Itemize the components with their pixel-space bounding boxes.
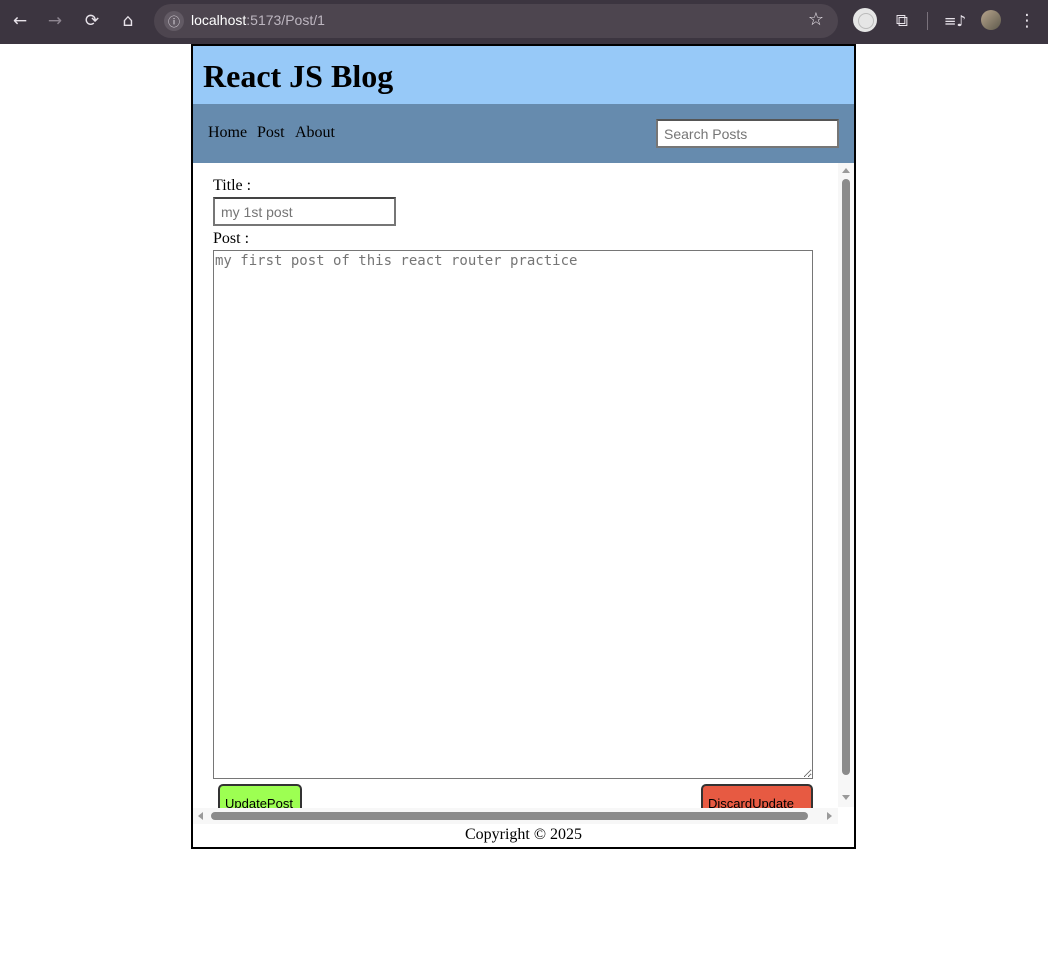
vertical-scroll-thumb[interactable]	[842, 179, 850, 775]
browser-toolbar: ← → ⟳ ⌂ ⓘ localhost:5173/Post/1 ☆ ⧉ ≡♪ ⋮	[0, 0, 1048, 44]
forward-arrow-icon[interactable]: →	[42, 8, 68, 34]
profile-avatar[interactable]	[981, 10, 1001, 30]
back-arrow-icon[interactable]: ←	[7, 8, 33, 34]
scroll-down-arrow-icon[interactable]	[842, 795, 850, 800]
home-icon[interactable]: ⌂	[115, 8, 141, 34]
url-path: :5173/Post/1	[246, 12, 325, 28]
site-title: React JS Blog	[203, 58, 394, 94]
globe-icon[interactable]	[853, 8, 877, 32]
address-bar[interactable]: ⓘ localhost:5173/Post/1 ☆	[154, 4, 838, 38]
scrollbar-corner	[838, 808, 854, 824]
nav-link-home[interactable]: Home	[208, 124, 247, 142]
reload-icon[interactable]: ⟳	[79, 8, 105, 34]
url-text[interactable]: localhost:5173/Post/1	[191, 12, 325, 28]
kebab-menu-icon[interactable]: ⋮	[1014, 8, 1040, 34]
scroll-up-arrow-icon[interactable]	[842, 168, 850, 173]
title-input[interactable]	[213, 197, 396, 226]
scroll-right-arrow-icon[interactable]	[827, 812, 832, 820]
vertical-scrollbar[interactable]	[838, 163, 854, 807]
site-info-icon[interactable]: ⓘ	[164, 11, 184, 31]
toolbar-divider	[927, 12, 928, 30]
bookmark-star-icon[interactable]: ☆	[808, 9, 824, 30]
edit-post-form: Title : Post : UpdatePost DiscardUpdate	[193, 163, 854, 823]
post-label: Post :	[213, 230, 250, 247]
site-footer: Copyright © 2025	[464, 826, 583, 843]
search-input[interactable]	[656, 119, 839, 148]
horizontal-scroll-thumb[interactable]	[211, 812, 808, 820]
nav-bar: Home Post About	[193, 104, 854, 163]
app-frame: React JS Blog Home Post About Title : Po…	[191, 44, 856, 849]
title-label: Title :	[213, 177, 252, 194]
media-controls-icon[interactable]: ≡♪	[942, 8, 968, 34]
horizontal-scrollbar[interactable]	[193, 808, 838, 824]
extensions-icon[interactable]: ⧉	[889, 8, 915, 34]
site-header: React JS Blog	[193, 46, 854, 104]
url-host: localhost	[191, 12, 247, 28]
post-body-textarea[interactable]	[213, 250, 813, 779]
nav-link-about[interactable]: About	[295, 124, 335, 142]
scroll-left-arrow-icon[interactable]	[198, 812, 203, 820]
nav-link-post[interactable]: Post	[257, 124, 285, 142]
